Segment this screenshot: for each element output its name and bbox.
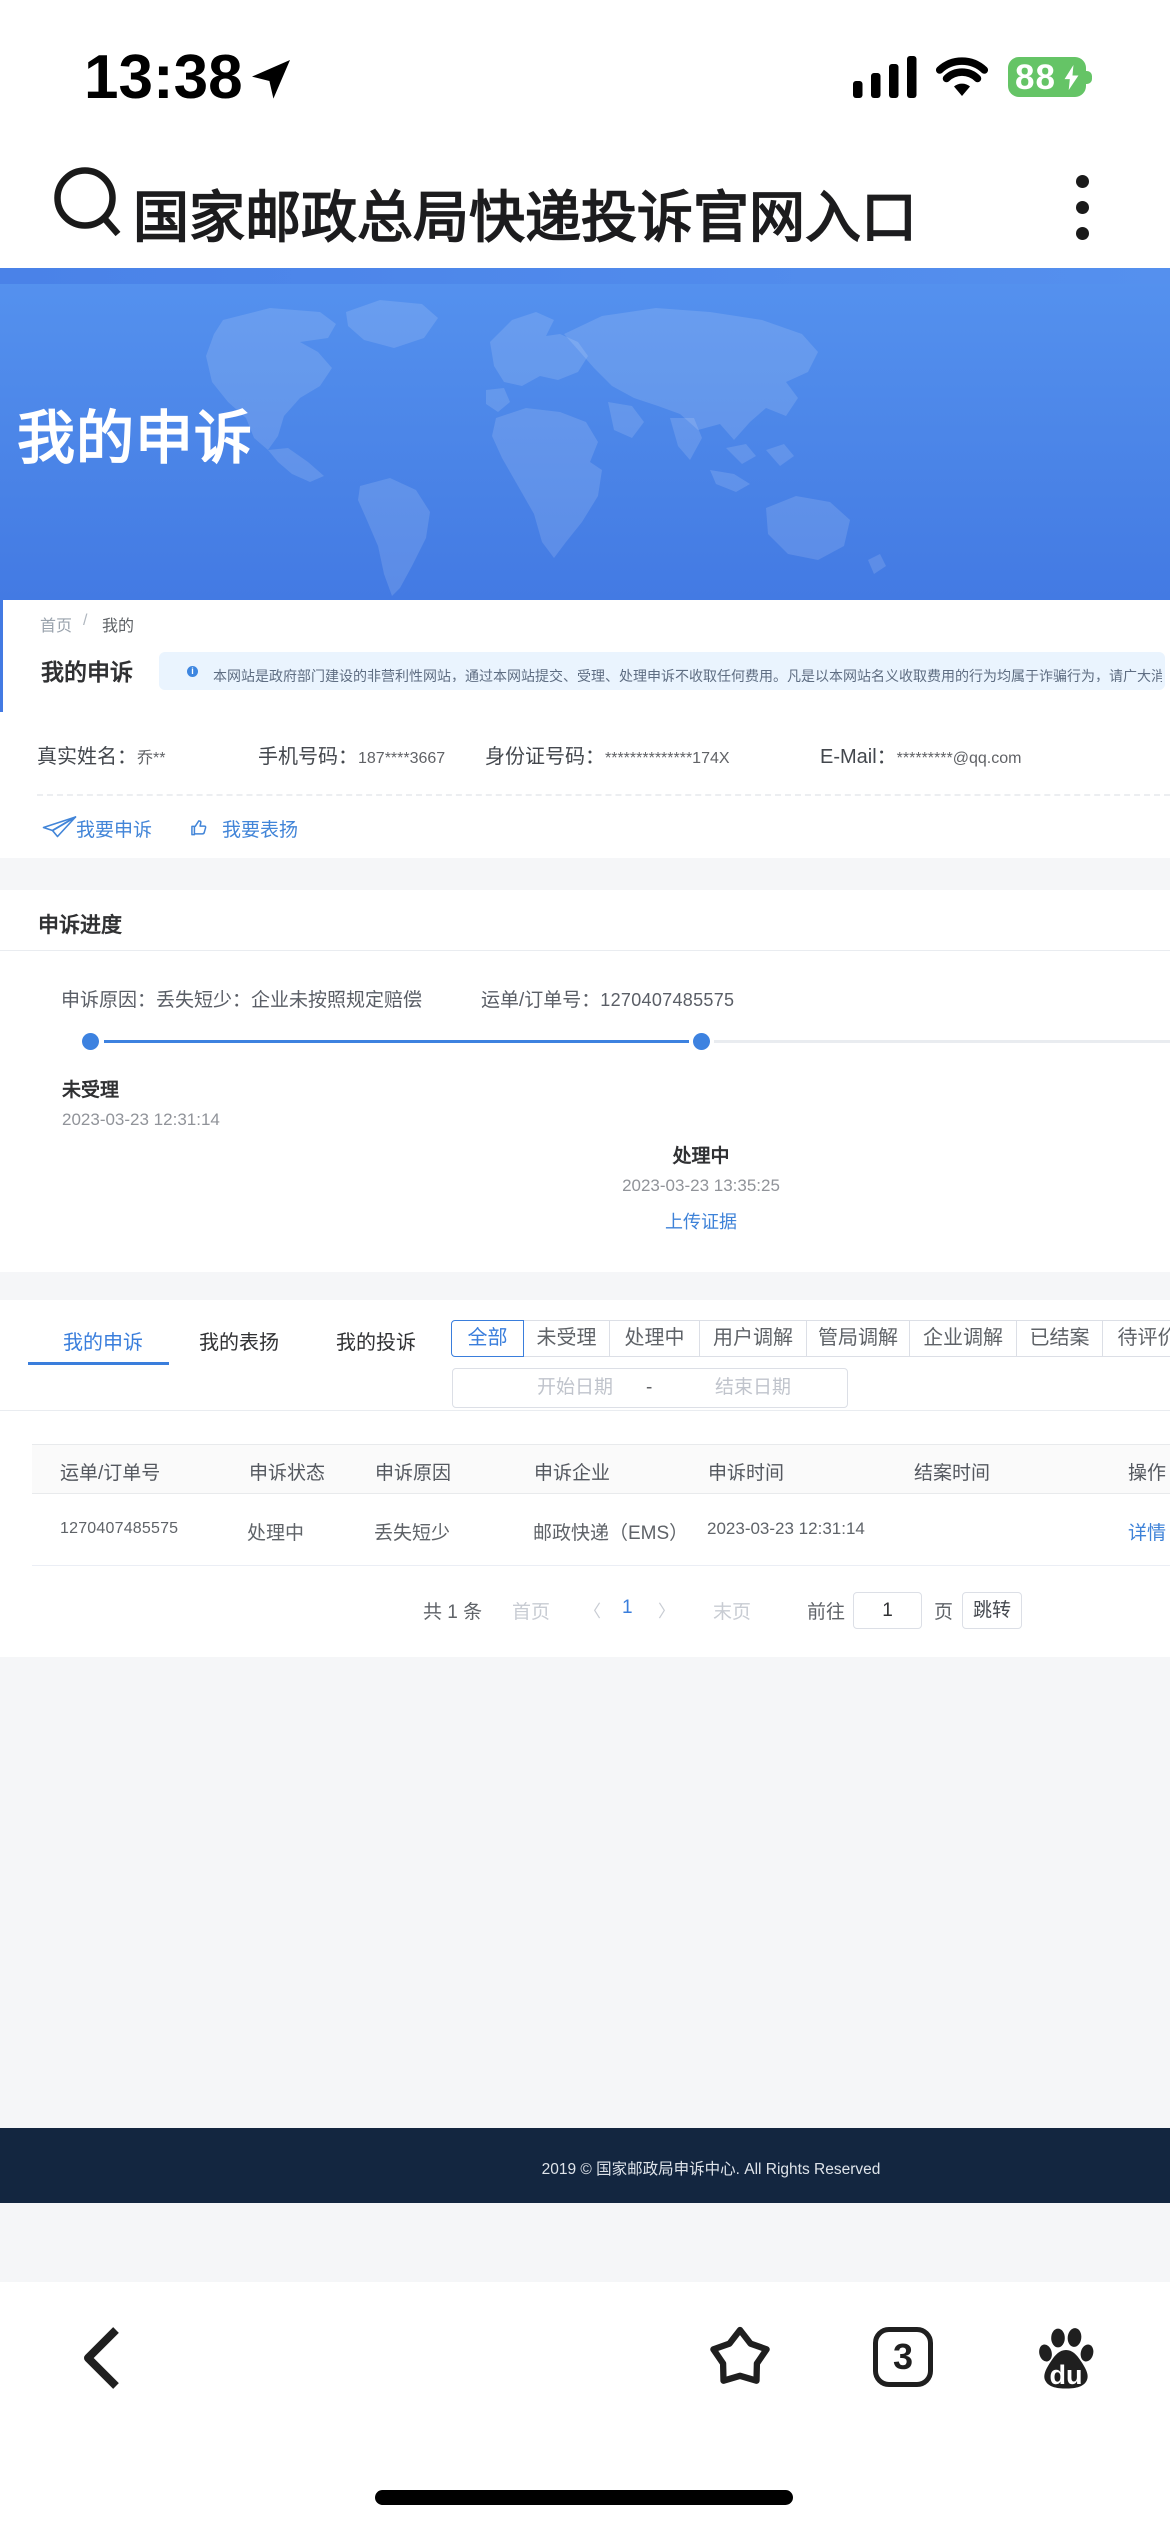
svg-text:du: du (1050, 2360, 1083, 2390)
